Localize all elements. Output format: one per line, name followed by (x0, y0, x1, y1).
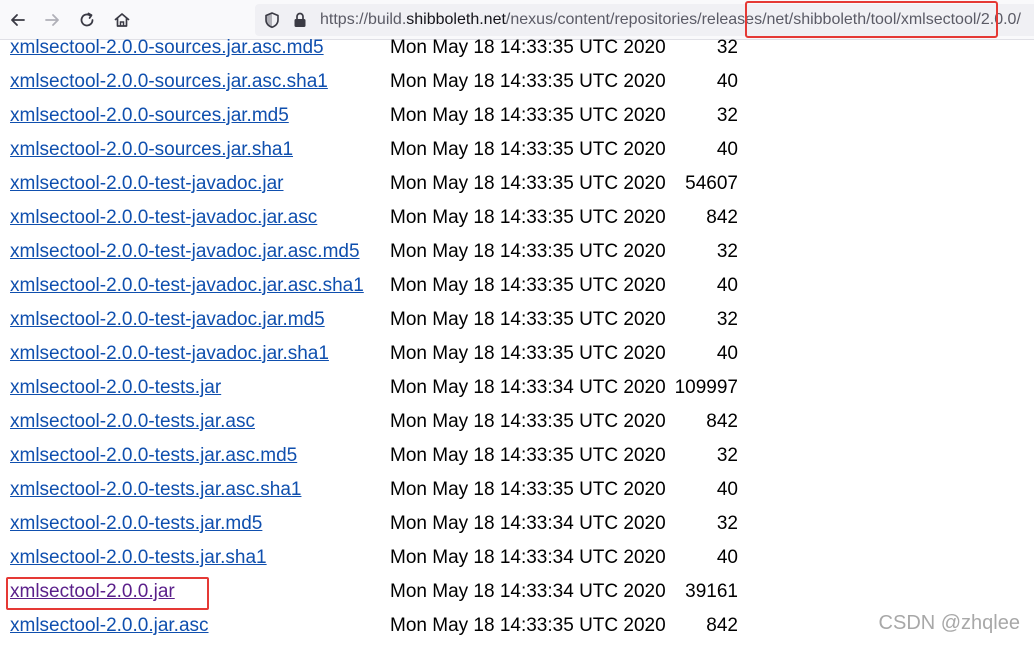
file-date: Mon May 18 14:33:34 UTC 2020 (390, 581, 666, 602)
file-date: Mon May 18 14:33:35 UTC 2020 (390, 37, 666, 58)
lock-icon[interactable] (291, 11, 309, 29)
url-scheme: https://build. (320, 11, 407, 28)
file-date: Mon May 18 14:33:35 UTC 2020 (390, 445, 666, 466)
file-row: xmlsectool-2.0.0-test-javadoc.jar Mon May… (0, 167, 760, 201)
file-row: xmlsectool-2.0.0-tests.jar Mon May 18 14:… (0, 371, 760, 405)
file-date: Mon May 18 14:33:35 UTC 2020 (390, 411, 666, 432)
reload-button[interactable] (73, 6, 101, 34)
file-row: xmlsectool-2.0.0-test-javadoc.jar.md5 Mon… (0, 303, 760, 337)
file-link[interactable]: xmlsectool-2.0.0-sources.jar.asc.md5 (10, 31, 324, 65)
file-size: 32 (716, 241, 738, 262)
file-link[interactable]: xmlsectool-2.0.0-tests.jar.asc.sha1 (10, 473, 301, 507)
file-link[interactable]: xmlsectool-2.0.0-test-javadoc.jar.md5 (10, 303, 325, 337)
reload-icon (80, 12, 94, 27)
file-link[interactable]: xmlsectool-2.0.0-sources.jar.md5 (10, 99, 289, 133)
home-button[interactable] (108, 6, 136, 34)
file-row: xmlsectool-2.0.0-test-javadoc.jar.asc.sh… (0, 269, 760, 303)
file-link[interactable]: xmlsectool-2.0.0-tests.jar (10, 371, 221, 405)
file-size: 39161 (685, 581, 738, 602)
file-date: Mon May 18 14:33:35 UTC 2020 (390, 615, 666, 636)
file-date: Mon May 18 14:33:34 UTC 2020 (390, 513, 666, 534)
file-size: 40 (716, 343, 738, 364)
file-link[interactable]: xmlsectool-2.0.0-test-javadoc.jar.asc.md… (10, 235, 360, 269)
file-link[interactable]: xmlsectool-2.0.0-sources.jar.asc.sha1 (10, 65, 328, 99)
arrow-right-icon (45, 14, 59, 26)
file-size: 842 (706, 411, 738, 432)
file-date: Mon May 18 14:33:35 UTC 2020 (390, 139, 666, 160)
file-size: 40 (716, 139, 738, 160)
watermark: CSDN @zhqlee (878, 612, 1020, 634)
file-size: 40 (716, 547, 738, 568)
file-link[interactable]: xmlsectool-2.0.0.jar.asc (10, 609, 209, 643)
file-date: Mon May 18 14:33:35 UTC 2020 (390, 207, 666, 228)
file-size: 40 (716, 71, 738, 92)
file-row: xmlsectool-2.0.0-tests.jar.md5 Mon May 18… (0, 507, 760, 541)
file-link[interactable]: xmlsectool-2.0.0-tests.jar.asc.md5 (10, 439, 297, 473)
file-date: Mon May 18 14:33:35 UTC 2020 (390, 479, 666, 500)
file-size: 32 (716, 445, 738, 466)
file-row: xmlsectool-2.0.0-tests.jar.sha1 Mon May 1… (0, 541, 760, 575)
file-row: xmlsectool-2.0.0-sources.jar.sha1 Mon May… (0, 133, 760, 167)
file-link[interactable]: xmlsectool-2.0.0-tests.jar.asc (10, 405, 255, 439)
file-link[interactable]: xmlsectool-2.0.0-test-javadoc.jar.asc.sh… (10, 269, 364, 303)
file-link[interactable]: xmlsectool-2.0.0-tests.jar.md5 (10, 507, 262, 541)
file-size: 842 (706, 615, 738, 636)
file-row: xmlsectool-2.0.0-tests.jar.asc.sha1 Mon M… (0, 473, 760, 507)
file-row: xmlsectool-2.0.0.jar Mon May 18 14:33:34 … (0, 575, 760, 609)
back-button[interactable] (4, 6, 32, 34)
file-link[interactable]: xmlsectool-2.0.0-test-javadoc.jar.asc (10, 201, 317, 235)
file-size: 109997 (674, 377, 738, 398)
file-size: 40 (716, 275, 738, 296)
file-date: Mon May 18 14:33:35 UTC 2020 (390, 343, 666, 364)
file-date: Mon May 18 14:33:35 UTC 2020 (390, 105, 666, 126)
file-date: Mon May 18 14:33:35 UTC 2020 (390, 241, 666, 262)
file-row: xmlsectool-2.0.0-tests.jar.asc Mon May 18… (0, 405, 760, 439)
arrow-left-icon (11, 14, 25, 26)
file-row: xmlsectool-2.0.0-test-javadoc.jar.asc.md… (0, 235, 760, 269)
file-row: xmlsectool-2.0.0.jar.asc Mon May 18 14:33… (0, 609, 760, 643)
forward-button[interactable] (38, 6, 66, 34)
url-host: shibboleth.net (406, 11, 506, 28)
file-row: xmlsectool-2.0.0-sources.jar.asc.md5 Mon … (0, 31, 760, 65)
file-size: 54607 (685, 173, 738, 194)
file-row: xmlsectool-2.0.0-tests.jar.asc.md5 Mon Ma… (0, 439, 760, 473)
file-date: Mon May 18 14:33:34 UTC 2020 (390, 377, 666, 398)
file-size: 32 (716, 105, 738, 126)
file-size: 842 (706, 207, 738, 228)
shield-icon[interactable] (263, 11, 281, 29)
file-size: 32 (716, 513, 738, 534)
file-link[interactable]: xmlsectool-2.0.0-tests.jar.sha1 (10, 541, 267, 575)
file-link[interactable]: xmlsectool-2.0.0-sources.jar.sha1 (10, 133, 293, 167)
file-listing: xmlsectool-2.0.0-sources.jar.asc.md5 Mon … (0, 31, 760, 643)
file-row: xmlsectool-2.0.0-sources.jar.asc.sha1 Mon… (0, 65, 760, 99)
file-date: Mon May 18 14:33:35 UTC 2020 (390, 309, 666, 330)
file-row: xmlsectool-2.0.0-sources.jar.md5 Mon May … (0, 99, 760, 133)
url-path: /nexus/content/repositories/releases/net… (505, 11, 1021, 28)
file-size: 40 (716, 479, 738, 500)
file-row: xmlsectool-2.0.0-test-javadoc.jar.sha1 Mo… (0, 337, 760, 371)
file-date: Mon May 18 14:33:35 UTC 2020 (390, 275, 666, 296)
file-row: xmlsectool-2.0.0-test-javadoc.jar.asc Mon… (0, 201, 760, 235)
file-link[interactable]: xmlsectool-2.0.0.jar (10, 575, 175, 609)
file-size: 32 (716, 37, 738, 58)
file-date: Mon May 18 14:33:34 UTC 2020 (390, 547, 666, 568)
file-link[interactable]: xmlsectool-2.0.0-test-javadoc.jar.sha1 (10, 337, 329, 371)
file-date: Mon May 18 14:33:35 UTC 2020 (390, 71, 666, 92)
file-size: 32 (716, 309, 738, 330)
file-link[interactable]: xmlsectool-2.0.0-test-javadoc.jar (10, 167, 284, 201)
file-date: Mon May 18 14:33:35 UTC 2020 (390, 173, 666, 194)
home-icon (114, 13, 130, 27)
